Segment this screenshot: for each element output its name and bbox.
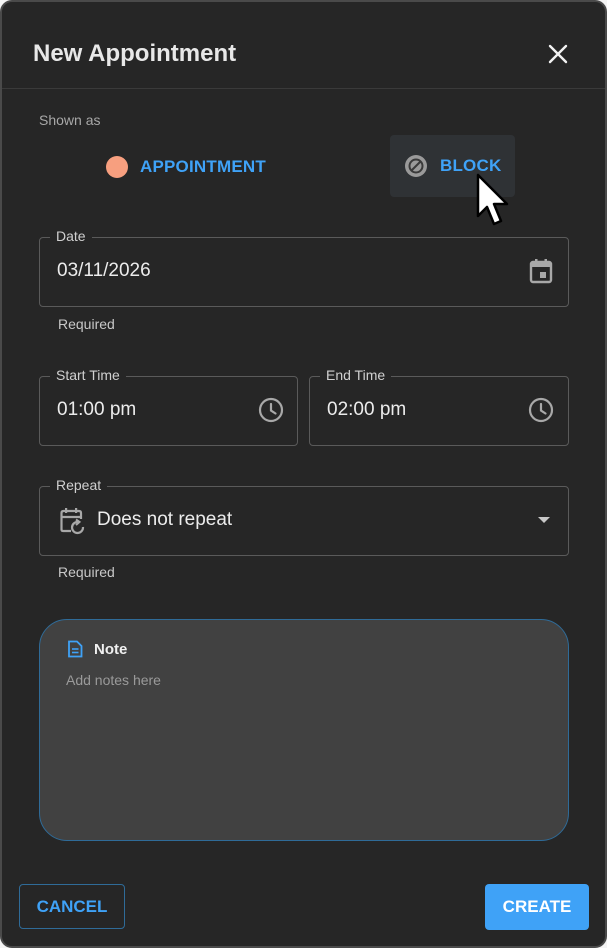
date-field[interactable]: Date 03/11/2026: [39, 228, 569, 307]
repeat-select[interactable]: Repeat Does not repeat: [39, 477, 569, 556]
cancel-button[interactable]: CANCEL: [19, 884, 125, 929]
end-time-label: End Time: [320, 367, 392, 383]
appointment-color-dot: [106, 156, 128, 178]
note-header: Note: [66, 640, 127, 658]
shown-as-label: Shown as: [39, 112, 101, 128]
calendar-icon[interactable]: [528, 258, 554, 284]
clock-icon[interactable]: [258, 397, 284, 423]
start-time-label: Start Time: [50, 367, 126, 383]
clock-icon[interactable]: [528, 397, 554, 423]
date-helper-text: Required: [58, 316, 115, 332]
block-option[interactable]: BLOCK: [390, 135, 515, 197]
close-button[interactable]: [542, 38, 574, 70]
end-time-field[interactable]: End Time 02:00 pm: [309, 367, 569, 446]
appointment-option[interactable]: APPOINTMENT: [106, 154, 266, 180]
repeat-label: Repeat: [50, 477, 108, 493]
date-field-value: 03/11/2026: [57, 260, 151, 281]
note-icon: [68, 640, 83, 658]
note-placeholder: Add notes here: [66, 672, 161, 688]
dialog-title: New Appointment: [33, 40, 237, 67]
new-appointment-dialog: New Appointment Shown as APPOINTMENT BLO…: [0, 0, 607, 948]
calendar-repeat-icon: [60, 508, 86, 535]
repeat-value: Does not repeat: [97, 509, 233, 530]
chevron-down-icon: [531, 507, 557, 533]
date-field-label: Date: [50, 228, 92, 244]
block-option-label: BLOCK: [440, 156, 502, 175]
block-icon: [405, 155, 427, 177]
repeat-helper-text: Required: [58, 564, 115, 580]
note-textarea[interactable]: Note Add notes here: [39, 619, 569, 841]
start-time-value: 01:00 pm: [57, 399, 137, 420]
appointment-option-label: APPOINTMENT: [140, 157, 266, 176]
create-button[interactable]: CREATE: [485, 884, 589, 930]
dialog-header: New Appointment: [2, 2, 605, 89]
note-label: Note: [94, 640, 128, 658]
start-time-field[interactable]: Start Time 01:00 pm: [39, 367, 298, 446]
close-icon: [548, 44, 568, 64]
end-time-value: 02:00 pm: [327, 399, 407, 420]
